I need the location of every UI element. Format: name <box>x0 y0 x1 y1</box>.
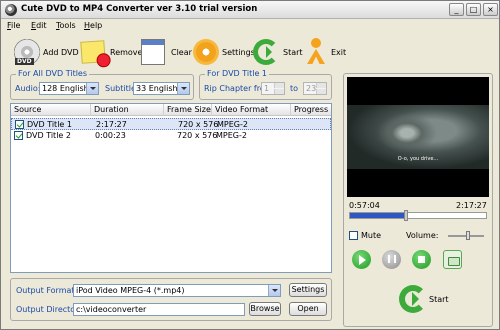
table-row[interactable]: DVD Title 2 0:00:23 720 x 576 MPEG-2 <box>11 130 331 142</box>
row-frame-size: 720 x 576 <box>177 131 218 140</box>
title1-group: For DVD Title 1 Rip Chapter from: 1 to 2… <box>199 69 332 100</box>
snapshot-icon[interactable] <box>443 250 462 269</box>
exit-label: Exit <box>331 47 347 57</box>
output-group: Output Format: iPod Video MPEG-4 (*.mp4)… <box>10 278 332 321</box>
mute-checkbox[interactable] <box>349 231 358 240</box>
spin-up-icon[interactable] <box>316 83 326 88</box>
chapter-to-value: 23 <box>306 84 317 93</box>
window-title: Cute DVD to MP4 Converter ver 3.10 trial… <box>21 4 258 14</box>
volume-slider-thumb[interactable] <box>465 231 470 240</box>
minimize-button[interactable]: _ <box>449 3 464 16</box>
chapter-from-value: 1 <box>264 84 270 93</box>
exit-button[interactable]: Exit <box>303 36 346 68</box>
app-window: Cute DVD to MP4 Converter ver 3.10 trial… <box>0 0 500 330</box>
chapter-from-spinner[interactable]: 1 <box>261 82 285 95</box>
chevron-down-icon[interactable] <box>268 285 280 296</box>
video-preview[interactable]: O-o, you drive... <box>347 77 489 197</box>
col-progress[interactable]: Progress <box>291 104 333 116</box>
menu-tools[interactable]: Tools <box>56 21 76 30</box>
big-start-icon[interactable] <box>399 285 427 313</box>
maximize-button[interactable]: □ <box>466 3 481 16</box>
row-video-format: MPEG-2 <box>217 120 248 129</box>
chevron-down-icon[interactable] <box>86 83 98 94</box>
toolbar: Add DVD Remove Clear Settings Start Exit <box>1 34 499 70</box>
chapter-to-spinner[interactable]: 23 <box>303 82 327 95</box>
all-titles-group-title: For All DVD Titles <box>16 69 90 78</box>
subtitle-select[interactable]: 33 English <box>133 82 190 95</box>
remove-icon <box>80 40 106 64</box>
seek-progress-fill <box>350 213 406 218</box>
total-time: 2:17:27 <box>456 201 487 210</box>
start-icon <box>253 39 279 65</box>
col-frame-size[interactable]: Frame Size <box>164 104 212 116</box>
table-row[interactable]: DVD Title 1 2:17:27 720 x 576 MPEG-2 <box>11 118 331 130</box>
add-dvd-button[interactable]: Add DVD <box>13 36 79 68</box>
col-video-format[interactable]: Video Format <box>212 104 291 116</box>
play-icon[interactable] <box>352 250 371 269</box>
subtitle-value: 33 English <box>136 84 178 93</box>
title-list-table: Source Duration Frame Size Video Format … <box>10 103 332 273</box>
add-dvd-icon <box>13 38 41 66</box>
row-source: DVD Title 1 <box>27 120 72 129</box>
add-dvd-label: Add DVD <box>43 47 79 57</box>
chevron-down-icon[interactable] <box>177 83 189 94</box>
to-label: to <box>290 84 299 93</box>
gear-icon <box>193 39 219 65</box>
table-header: Source Duration Frame Size Video Format … <box>11 104 331 116</box>
menu-bar: File Edit Tools Help <box>1 20 499 33</box>
menu-file[interactable]: File <box>7 21 20 30</box>
browse-button[interactable]: Browse <box>249 302 281 316</box>
clear-icon <box>141 39 165 65</box>
title-bar: Cute DVD to MP4 Converter ver 3.10 trial… <box>1 1 499 19</box>
start-button[interactable]: Start <box>253 36 303 68</box>
audio-label: Audio: <box>15 84 41 93</box>
spin-down-icon[interactable] <box>274 89 284 94</box>
output-directory-input[interactable]: c:\videoconverter <box>73 303 245 316</box>
row-duration: 0:00:23 <box>95 131 126 140</box>
volume-label: Volume: <box>406 231 439 240</box>
remove-button[interactable]: Remove <box>80 36 143 68</box>
row-duration: 2:17:27 <box>96 120 127 129</box>
settings-label: Settings <box>222 47 255 57</box>
row-source: DVD Title 2 <box>26 131 71 140</box>
volume-slider[interactable] <box>448 231 484 240</box>
audio-value: 128 English <box>42 84 89 93</box>
audio-select[interactable]: 128 English <box>39 82 99 95</box>
app-dvd-icon <box>5 4 17 16</box>
menu-help[interactable]: Help <box>84 21 102 30</box>
settings-button[interactable]: Settings <box>193 36 255 68</box>
spin-down-icon[interactable] <box>316 89 326 94</box>
row-video-format: MPEG-2 <box>216 131 247 140</box>
clear-label: Clear <box>171 47 192 57</box>
output-format-select[interactable]: iPod Video MPEG-4 (*.mp4) <box>73 284 281 297</box>
output-format-label: Output Format: <box>16 286 78 295</box>
spin-up-icon[interactable] <box>274 83 284 88</box>
pause-icon[interactable] <box>382 250 401 269</box>
all-titles-group: For All DVD Titles Audio: 128 English Su… <box>10 69 194 100</box>
row-frame-size: 720 x 576 <box>178 120 219 129</box>
output-settings-button[interactable]: Settings <box>289 283 327 297</box>
col-duration[interactable]: Duration <box>91 104 164 116</box>
clear-button[interactable]: Clear <box>141 36 192 68</box>
close-button[interactable]: × <box>483 3 498 16</box>
remove-label: Remove <box>110 47 143 57</box>
output-format-value: iPod Video MPEG-4 (*.mp4) <box>76 286 185 295</box>
open-button[interactable]: Open <box>289 302 327 316</box>
row-checkbox[interactable] <box>15 120 24 129</box>
col-source[interactable]: Source <box>11 104 91 116</box>
seek-slider[interactable] <box>349 210 487 221</box>
current-time: 0:57:04 <box>349 201 380 210</box>
exit-icon <box>303 38 329 66</box>
mute-label: Mute <box>361 231 382 240</box>
row-checkbox[interactable] <box>14 131 23 140</box>
title1-group-title: For DVD Title 1 <box>205 69 270 78</box>
big-start-label[interactable]: Start <box>429 295 449 304</box>
video-subtitle: O-o, you drive... <box>397 156 439 162</box>
seek-slider-thumb[interactable] <box>403 210 408 221</box>
stop-icon[interactable] <box>412 250 431 269</box>
menu-edit[interactable]: Edit <box>31 21 47 30</box>
start-label: Start <box>283 47 303 57</box>
